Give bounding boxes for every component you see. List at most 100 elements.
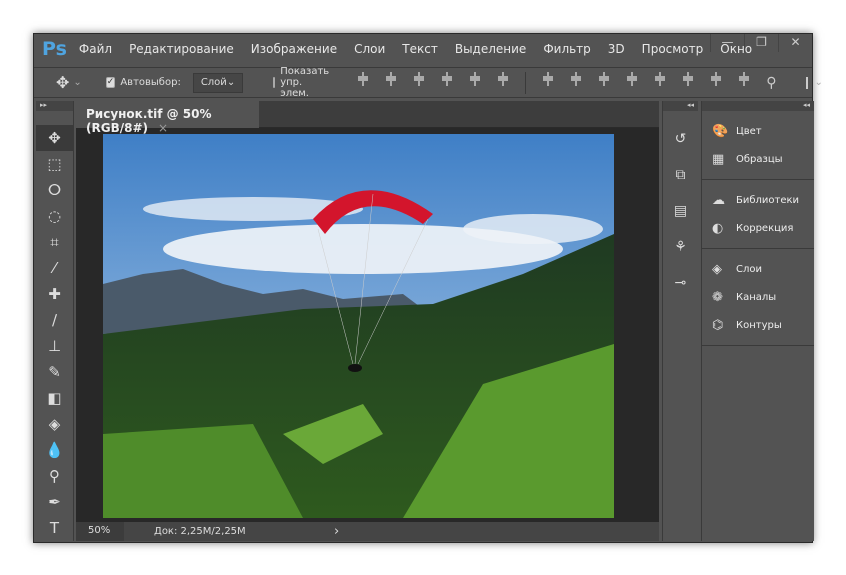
panel-paths[interactable]: ⌬ Контуры <box>702 311 814 339</box>
history-panel-icon[interactable]: ↺ <box>663 121 698 157</box>
paths-label: Контуры <box>736 319 782 331</box>
panel-adjustments[interactable]: ◐ Коррекция <box>702 214 814 242</box>
adjust-panel-icon[interactable]: ⊸ <box>663 265 698 301</box>
panel-group: ◈ Слои ❁ Каналы ⌬ Контуры <box>702 249 814 346</box>
align-icon[interactable] <box>358 71 369 86</box>
menu-8[interactable]: Просмотр <box>642 42 704 56</box>
status-menu-arrow[interactable]: › <box>334 524 339 539</box>
palette-icon: 🎨 <box>712 123 729 139</box>
quick-select-tool-icon[interactable]: ◌ <box>36 203 73 229</box>
align-icon[interactable] <box>627 71 638 86</box>
align-icon[interactable] <box>599 71 610 86</box>
libraries-icon: ☁ <box>712 192 725 208</box>
align-icon[interactable] <box>414 71 425 86</box>
panel-palette[interactable]: 🎨 Цвет <box>702 117 814 145</box>
expand-icon[interactable]: ▸▸ <box>36 101 73 111</box>
show-controls-checkbox[interactable] <box>273 77 276 88</box>
align-icon[interactable] <box>655 71 666 86</box>
adjustments-icon: ◐ <box>712 220 724 236</box>
workspace-icon[interactable] <box>806 76 809 89</box>
blur-tool-icon[interactable]: 💧 <box>36 437 73 463</box>
minimize-button[interactable]: — <box>710 34 744 52</box>
move-tool-icon[interactable]: ✥ <box>36 125 73 151</box>
autoselect-value: Слой <box>200 76 227 88</box>
layers-icon: ◈ <box>712 261 722 277</box>
eraser-tool-icon[interactable]: ◧ <box>36 385 73 411</box>
menu-5[interactable]: Выделение <box>455 42 526 56</box>
align-icon[interactable] <box>470 71 481 86</box>
stamp-tool-icon[interactable]: ⊥ <box>36 333 73 359</box>
paint-bucket-tool-icon[interactable]: ◈ <box>36 411 73 437</box>
palette-label: Цвет <box>736 125 762 137</box>
move-tool-icon[interactable]: ✥ <box>56 73 69 92</box>
divider <box>525 71 527 94</box>
image-canvas[interactable] <box>103 134 614 518</box>
zoom-level[interactable]: 50% <box>76 522 124 541</box>
restore-button[interactable]: ❐ <box>744 34 778 52</box>
dodge-tool-icon[interactable]: ⚲ <box>36 463 73 489</box>
panel-swatches[interactable]: ▦ Образцы <box>702 145 814 173</box>
align-icon[interactable] <box>543 71 554 86</box>
collapsed-panel-dock: ◂◂ ↺ ⧉ ▤ ⚘ ⊸ <box>662 101 698 541</box>
align-icon[interactable] <box>683 71 694 86</box>
align-icon[interactable] <box>739 71 750 86</box>
crop-tool-icon[interactable]: ⌗ <box>36 229 73 255</box>
toolbox: ▸▸ ✥ ⬚ ⵔ ◌ ⌗ ⁄ ✚ ∕ ⊥ ✎ ◧ ◈ 💧 ⚲ ✒ T <box>36 101 74 541</box>
doc-info: Док: 2,25M/2,25M <box>154 526 246 537</box>
menu-7[interactable]: 3D <box>608 42 625 56</box>
menu-3[interactable]: Слои <box>354 42 385 56</box>
photoshop-window: Ps Файл Редактирование Изображение Слои Текс… <box>33 33 823 543</box>
brush-tool-icon[interactable]: ∕ <box>36 307 73 333</box>
menu-2[interactable]: Изображение <box>251 42 337 56</box>
document-tab[interactable]: Рисунок.tif @ 50% (RGB/8#) × <box>76 101 259 135</box>
menu-bar: Ps Файл Редактирование Изображение Слои Текс… <box>34 34 812 64</box>
menu-6[interactable]: Фильтр <box>543 42 590 56</box>
channels-icon: ❁ <box>712 289 723 305</box>
autoselect-dropdown[interactable]: Слой ⌄ <box>192 72 244 93</box>
libraries-label: Библиотеки <box>736 194 800 206</box>
pen-tool-icon[interactable]: ✒ <box>36 489 73 515</box>
document-area: Рисунок.tif @ 50% (RGB/8#) × 50% Док: 2,2… <box>76 101 659 541</box>
chevron-down-icon[interactable]: ⌄ <box>814 77 822 88</box>
close-tab-icon[interactable]: × <box>158 121 168 135</box>
status-bar: 50% Док: 2,25M/2,25M › <box>76 522 659 541</box>
paraglider-photo <box>103 134 614 518</box>
swatches-icon: ▦ <box>712 151 725 167</box>
align-icon[interactable] <box>386 71 397 86</box>
history-brush-tool-icon[interactable]: ✎ <box>36 359 73 385</box>
panel-layers[interactable]: ◈ Слои <box>702 255 814 283</box>
ps-logo: Ps <box>42 38 67 60</box>
healing-tool-icon[interactable]: ✚ <box>36 281 73 307</box>
panel-libraries[interactable]: ☁ Библиотеки <box>702 186 814 214</box>
type-tool-icon[interactable]: T <box>36 515 73 541</box>
adjustments-label: Коррекция <box>736 222 794 234</box>
properties-panel-icon[interactable]: ▤ <box>663 193 698 229</box>
lasso-tool-icon[interactable]: ⵔ <box>36 177 73 203</box>
collapse-icon[interactable]: ◂◂ <box>663 101 698 111</box>
chevron-down-icon: ⌄ <box>226 76 236 88</box>
menu-1[interactable]: Редактирование <box>129 42 234 56</box>
panel-group: ☁ Библиотеки ◐ Коррекция <box>702 180 814 249</box>
search-icon[interactable]: ⚲ <box>766 75 776 91</box>
align-icon[interactable] <box>442 71 453 86</box>
channels-label: Каналы <box>736 291 777 303</box>
marquee-tool-icon[interactable]: ⬚ <box>36 151 73 177</box>
brushes-panel-icon[interactable]: ⚘ <box>663 229 698 265</box>
chevron-down-icon[interactable]: ⌄ <box>73 77 81 88</box>
menu-4[interactable]: Текст <box>402 42 438 56</box>
align-icon[interactable] <box>711 71 722 86</box>
menu-0[interactable]: Файл <box>79 42 112 56</box>
align-icon[interactable] <box>571 71 582 86</box>
document-tab-title: Рисунок.tif @ 50% (RGB/8#) <box>86 107 212 135</box>
collapse-icon[interactable]: ◂◂ <box>702 101 814 111</box>
align-icon[interactable] <box>498 71 509 86</box>
autoselect-checkbox[interactable]: ✓ <box>105 77 116 88</box>
3d-panel-icon[interactable]: ⧉ <box>663 157 698 193</box>
panel-channels[interactable]: ❁ Каналы <box>702 283 814 311</box>
panel-dock: ◂◂ 🎨 Цвет ▦ Образцы ☁ Библиотеки ◐ Коррекция ◈ Сл… <box>701 101 814 541</box>
panel-group: 🎨 Цвет ▦ Образцы <box>702 111 814 180</box>
options-bar: ✥ ⌄ ✓ Автовыбор: Слой ⌄ Показать упр. эле… <box>34 66 823 99</box>
eyedropper-tool-icon[interactable]: ⁄ <box>36 255 73 281</box>
close-button[interactable]: ✕ <box>778 34 812 52</box>
autoselect-label: Автовыбор: <box>120 77 181 88</box>
